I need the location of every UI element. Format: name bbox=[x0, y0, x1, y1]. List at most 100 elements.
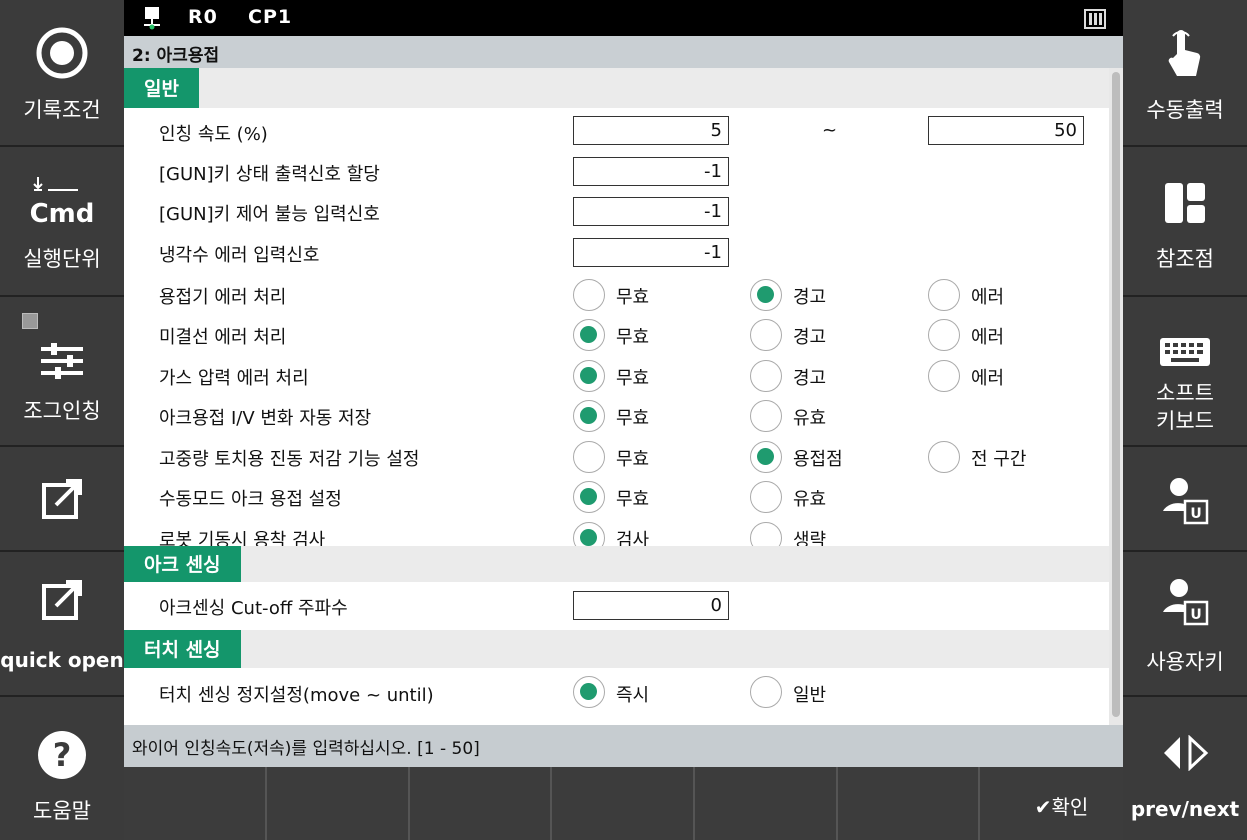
fkey-3[interactable] bbox=[410, 767, 552, 840]
wire-error-radio-1[interactable] bbox=[750, 319, 782, 351]
help-button[interactable]: ? 도움말 bbox=[0, 697, 124, 840]
manual-arc-radio-1[interactable] bbox=[750, 481, 782, 513]
row-label-gas-error: 가스 압력 에러 처리 bbox=[159, 368, 309, 389]
touch-stop-radio-1[interactable] bbox=[750, 676, 782, 708]
left-side-panel: 기록조건 Cmd 실행단위 조그인칭 quick open ? 도움말 bbox=[0, 0, 124, 840]
row-label-touch-stop: 터치 센싱 정지설정(move ~ until) bbox=[159, 685, 434, 706]
inching-speed-min-input[interactable]: 5 bbox=[573, 116, 729, 145]
gas-error-radio-2[interactable] bbox=[928, 360, 960, 392]
vibration-option-0: 무효 bbox=[616, 449, 650, 470]
touch-stop-option-0: 즉시 bbox=[616, 685, 650, 706]
help-label: 도움말 bbox=[33, 799, 91, 823]
screen-title-bar: 2: 아크용접 bbox=[124, 36, 1123, 68]
iv-auto-save-radio-0[interactable] bbox=[573, 400, 605, 432]
section-title-touch-sensing: 터치 센싱 bbox=[124, 630, 241, 668]
scrollbar-thumb[interactable] bbox=[1112, 72, 1120, 717]
vibration-radio-1[interactable] bbox=[750, 441, 782, 473]
iv-auto-save-option-1: 유효 bbox=[793, 408, 827, 429]
range-separator: ~ bbox=[822, 120, 838, 141]
left-open-button[interactable] bbox=[0, 447, 124, 552]
fkey-2[interactable] bbox=[267, 767, 410, 840]
manual-arc-option-1: 유효 bbox=[793, 489, 827, 510]
execution-unit-button[interactable]: Cmd 실행단위 bbox=[0, 147, 124, 297]
wire-error-option-1: 경고 bbox=[793, 327, 827, 348]
vibration-option-1: 용접점 bbox=[793, 449, 843, 470]
welder-error-radio-1[interactable] bbox=[750, 279, 782, 311]
iv-auto-save-radio-1[interactable] bbox=[750, 400, 782, 432]
section-header-touch-sensing: 터치 센싱 bbox=[124, 630, 1109, 668]
keyboard-icon bbox=[1123, 337, 1247, 367]
jog-inching-button[interactable]: 조그인칭 bbox=[0, 297, 124, 447]
user-key-button-2[interactable]: U 사용자키 bbox=[1123, 552, 1247, 697]
vibration-option-2: 전 구간 bbox=[971, 449, 1027, 470]
section-header-general: 일반 bbox=[124, 68, 1109, 108]
record-condition-label: 기록조건 bbox=[23, 98, 101, 122]
wire-error-radio-0[interactable] bbox=[573, 319, 605, 351]
record-icon bbox=[0, 26, 124, 80]
robot-pendant-screen: { "status": { "robot": "R0", "program": … bbox=[0, 0, 1247, 840]
inching-speed-max-input[interactable]: 50 bbox=[928, 116, 1084, 145]
welder-error-option-0: 무효 bbox=[616, 287, 650, 308]
record-condition-button[interactable]: 기록조건 bbox=[0, 0, 124, 147]
gun-key-disable-input[interactable]: -1 bbox=[573, 197, 729, 226]
iv-auto-save-option-0: 무효 bbox=[616, 408, 650, 429]
settings-content: 일반 인칭 속도 (%) 5 ~ 50 [GUN]키 상태 출력신호 할당 -1… bbox=[124, 68, 1123, 725]
function-key-bar: ✔확인 bbox=[124, 767, 1123, 840]
row-label-manual-arc: 수동모드 아크 용접 설정 bbox=[159, 489, 342, 510]
confirm-button[interactable]: ✔확인 bbox=[980, 767, 1123, 840]
wire-error-option-2: 에러 bbox=[971, 327, 1005, 348]
fkey-6[interactable] bbox=[838, 767, 980, 840]
open-external-icon bbox=[0, 479, 124, 523]
welder-error-option-2: 에러 bbox=[971, 287, 1005, 308]
gas-error-option-2: 에러 bbox=[971, 368, 1005, 389]
fkey-5[interactable] bbox=[695, 767, 838, 840]
cmd-icon bbox=[0, 175, 124, 195]
prev-next-icon bbox=[1123, 735, 1247, 771]
gas-error-radio-1[interactable] bbox=[750, 360, 782, 392]
confirm-label: ✔확인 bbox=[1034, 795, 1089, 819]
coolant-error-input[interactable]: -1 bbox=[573, 238, 729, 267]
row-label-iv-auto-save: 아크용접 I/V 변화 자동 저장 bbox=[159, 408, 372, 429]
soft-keyboard-button[interactable]: 소프트 키보드 bbox=[1123, 297, 1247, 447]
vibration-radio-2[interactable] bbox=[928, 441, 960, 473]
open-external-icon bbox=[0, 580, 124, 624]
svg-text:U: U bbox=[1190, 506, 1201, 522]
welder-error-radio-2[interactable] bbox=[928, 279, 960, 311]
reference-point-button[interactable]: 참조점 bbox=[1123, 147, 1247, 297]
user-key-button-1[interactable]: U bbox=[1123, 447, 1247, 552]
gas-error-option-0: 무효 bbox=[616, 368, 650, 389]
right-side-panel: 수동출력 참조점 소프트 키보드 U U 사용자키 prev/next bbox=[1123, 0, 1247, 840]
jog-inching-label: 조그인칭 bbox=[23, 399, 101, 423]
manual-arc-radio-0[interactable] bbox=[573, 481, 605, 513]
gas-error-option-1: 경고 bbox=[793, 368, 827, 389]
touch-hand-icon bbox=[1123, 24, 1247, 82]
user-key-icon: U bbox=[1123, 475, 1247, 525]
wire-error-radio-2[interactable] bbox=[928, 319, 960, 351]
help-icon: ? bbox=[0, 729, 124, 781]
welder-error-radio-0[interactable] bbox=[573, 279, 605, 311]
execution-unit-label: 실행단위 bbox=[23, 247, 101, 271]
gas-error-radio-0[interactable] bbox=[573, 360, 605, 392]
robot-number: R0 bbox=[188, 6, 218, 28]
touch-stop-radio-0[interactable] bbox=[573, 676, 605, 708]
fkey-4[interactable] bbox=[552, 767, 695, 840]
soft-keyboard-label: 소프트 키보드 bbox=[1156, 381, 1214, 433]
section-title-general: 일반 bbox=[124, 68, 199, 108]
cmd-icon-text: Cmd bbox=[29, 199, 95, 229]
battery-icon bbox=[1084, 9, 1106, 29]
quick-open-button[interactable]: quick open bbox=[0, 552, 124, 697]
section-header-arc-sensing: 아크 센싱 bbox=[124, 546, 1109, 582]
prev-next-label: prev/next bbox=[1130, 797, 1240, 821]
manual-output-button[interactable]: 수동출력 bbox=[1123, 0, 1247, 147]
row-label-arc-cutoff: 아크센싱 Cut-off 주파수 bbox=[159, 598, 348, 619]
content-scrollbar[interactable] bbox=[1109, 68, 1123, 725]
touch-stop-option-1: 일반 bbox=[793, 685, 827, 706]
fkey-1[interactable] bbox=[124, 767, 267, 840]
row-label-gun-key-output: [GUN]키 상태 출력신호 할당 bbox=[159, 164, 380, 185]
message-text: 와이어 인칭속도(저속)를 입력하십시오. [1 - 50] bbox=[132, 739, 480, 759]
prev-next-button[interactable]: prev/next bbox=[1123, 697, 1247, 840]
vibration-radio-0[interactable] bbox=[573, 441, 605, 473]
gun-key-output-input[interactable]: -1 bbox=[573, 157, 729, 186]
arc-cutoff-input[interactable]: 0 bbox=[573, 591, 729, 620]
row-label-inching-speed: 인칭 속도 (%) bbox=[159, 124, 268, 145]
